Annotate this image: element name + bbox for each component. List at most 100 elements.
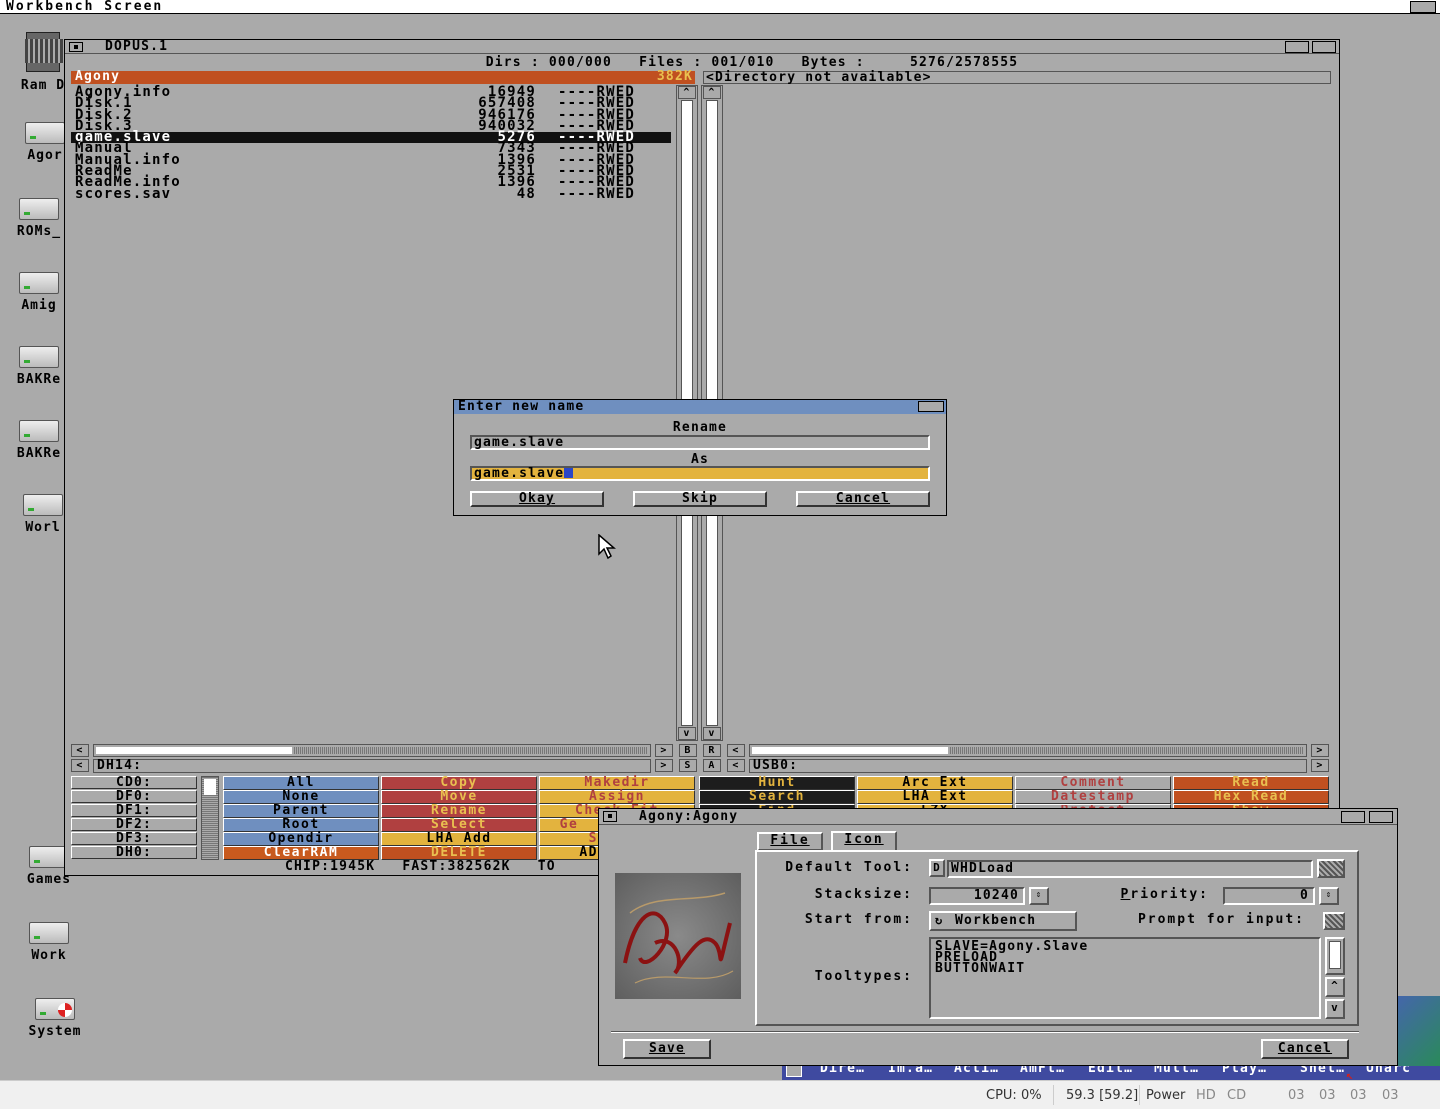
button-datestamp[interactable]: Datestamp	[1015, 790, 1171, 804]
button-getsizes[interactable]: Ge	[539, 818, 599, 832]
dialog-title-bar[interactable]: Enter new name	[454, 400, 946, 414]
depth-gadget[interactable]	[918, 401, 944, 412]
scroll-right-icon[interactable]: >	[1311, 744, 1329, 757]
save-button[interactable]: Save	[623, 1039, 711, 1059]
right-path-field[interactable]: USB0:	[749, 759, 1307, 773]
screen-depth-gadget[interactable]	[1410, 1, 1436, 13]
priority-stepper-icon[interactable]: ⇕	[1319, 887, 1339, 905]
drive-button-df3[interactable]: DF3:	[71, 832, 197, 845]
path-right-icon[interactable]: >	[1311, 759, 1329, 772]
scroll-left-icon[interactable]: <	[727, 744, 745, 757]
button-read[interactable]: Read	[1173, 776, 1329, 790]
tab-icon[interactable]: Icon	[831, 831, 897, 851]
priority-field[interactable]: 0	[1223, 887, 1315, 905]
left-lister-name: Agony	[75, 69, 121, 84]
path-left-icon[interactable]: <	[71, 759, 89, 772]
close-gadget[interactable]	[603, 811, 617, 822]
stacksize-field[interactable]: 10240	[929, 887, 1025, 905]
button-search[interactable]: Search	[699, 790, 855, 804]
file-requester-icon[interactable]: D	[929, 859, 945, 877]
df3-led: 03	[1382, 1088, 1399, 1103]
button-lha-ext[interactable]: LHA Ext	[857, 790, 1013, 804]
cancel-button[interactable]: Cancel	[796, 491, 930, 507]
drive-button-df1[interactable]: DF1:	[71, 804, 197, 817]
stacksize-stepper-icon[interactable]: ⇕	[1029, 887, 1049, 905]
button-parent[interactable]: Parent	[223, 804, 379, 818]
button-hex-read[interactable]: Hex Read	[1173, 790, 1329, 804]
scroll-down-icon[interactable]: v	[703, 727, 721, 740]
default-tool-field[interactable]: WHDLoad	[947, 860, 1313, 878]
button-comment[interactable]: Comment	[1015, 776, 1171, 790]
depth-gadget[interactable]	[1312, 41, 1336, 53]
select-tool-icon[interactable]	[1317, 859, 1345, 878]
left-horizontal-scrollbar[interactable]	[93, 744, 651, 757]
desktop-icon-label: System	[28, 1024, 82, 1039]
icon-window-title-bar[interactable]: Agony:Agony	[599, 809, 1397, 825]
button-hunt[interactable]: Hunt	[699, 776, 855, 790]
stacksize-label: Stacksize:	[814, 887, 913, 902]
button-clearram[interactable]: ClearRAM	[223, 846, 379, 860]
button-rename[interactable]: Rename	[381, 804, 537, 818]
tooltypes-list[interactable]: SLAVE=Agony.Slave PRELOAD BUTTONWAIT	[929, 937, 1321, 1019]
tab-file[interactable]: File	[757, 832, 823, 851]
zoom-gadget[interactable]	[1285, 41, 1309, 53]
button-arc-ext[interactable]: Arc Ext	[857, 776, 1013, 790]
divider	[1053, 1085, 1054, 1105]
button-ad-partial[interactable]: AD	[539, 846, 599, 860]
skip-button[interactable]: Skip	[633, 491, 767, 507]
dopus-title-bar[interactable]: DOPUS.1	[65, 40, 1339, 54]
screen-title-bar: Workbench Screen	[0, 0, 1440, 14]
button-s[interactable]: S	[679, 759, 697, 772]
button-a[interactable]: A	[703, 759, 721, 772]
desktop-icon-work[interactable]: Work	[14, 922, 84, 963]
button-move[interactable]: Move	[381, 790, 537, 804]
prompt-checkbox[interactable]	[1323, 912, 1345, 930]
drive-button-df0[interactable]: DF0:	[71, 790, 197, 803]
tooltype-item[interactable]: BUTTONWAIT	[935, 962, 1315, 975]
button-opendir[interactable]: Opendir	[223, 832, 379, 846]
host-status-bar: CPU: 0% 59.3 [59.2] Power HD CD 03 03 03…	[0, 1080, 1440, 1109]
new-name-input[interactable]: game.slave	[470, 466, 930, 481]
button-all[interactable]: All	[223, 776, 379, 790]
scroll-up-icon[interactable]: ^	[1325, 977, 1345, 997]
cancel-button[interactable]: Cancel	[1261, 1039, 1349, 1059]
path-left-icon[interactable]: <	[727, 759, 745, 772]
button-r[interactable]: R	[703, 744, 721, 757]
right-horizontal-scrollbar[interactable]	[749, 744, 1307, 757]
left-lister-header[interactable]: Agony 382K	[71, 69, 695, 84]
scroll-down-icon[interactable]: v	[678, 727, 696, 740]
left-path-field[interactable]: DH14:	[93, 759, 651, 773]
button-lha-add[interactable]: LHA Add	[381, 832, 537, 846]
button-copy[interactable]: Copy	[381, 776, 537, 790]
button-s-partial[interactable]: S	[539, 832, 599, 846]
drive-button-dh0[interactable]: DH0:	[71, 846, 197, 859]
scroll-up-icon[interactable]: ^	[678, 86, 696, 99]
button-makedir[interactable]: Makedir	[539, 776, 695, 790]
zoom-gadget[interactable]	[1341, 811, 1365, 823]
button-root[interactable]: Root	[223, 818, 379, 832]
priority-label: Priority:	[1120, 887, 1209, 902]
right-lister-header[interactable]: <Directory not available>	[703, 71, 1331, 84]
start-from-label: Start from:	[804, 912, 913, 927]
depth-gadget[interactable]	[1369, 811, 1393, 823]
okay-button[interactable]: Okay	[470, 491, 604, 507]
path-right-icon[interactable]: >	[655, 759, 673, 772]
drive-button-cd0[interactable]: CD0:	[71, 776, 197, 789]
button-none[interactable]: None	[223, 790, 379, 804]
divider	[611, 1031, 1359, 1033]
button-delete[interactable]: DELETE	[381, 846, 537, 860]
drive-button-df2[interactable]: DF2:	[71, 818, 197, 831]
start-from-cycle[interactable]: ↻ Workbench	[929, 911, 1077, 931]
button-b[interactable]: B	[679, 744, 697, 757]
close-gadget[interactable]	[69, 42, 83, 52]
file-row[interactable]: scores.sav 48 ----RWED	[71, 187, 671, 201]
button-select[interactable]: Select	[381, 818, 537, 832]
button-assign[interactable]: Assign	[539, 790, 695, 804]
drive-scrollbar[interactable]	[201, 776, 219, 860]
tooltypes-scrollbar[interactable]	[1325, 937, 1345, 975]
desktop-icon-system[interactable]: System	[20, 998, 90, 1039]
scroll-up-icon[interactable]: ^	[703, 86, 721, 99]
scroll-left-icon[interactable]: <	[71, 744, 89, 757]
scroll-down-icon[interactable]: v	[1325, 999, 1345, 1019]
scroll-right-icon[interactable]: >	[655, 744, 673, 757]
